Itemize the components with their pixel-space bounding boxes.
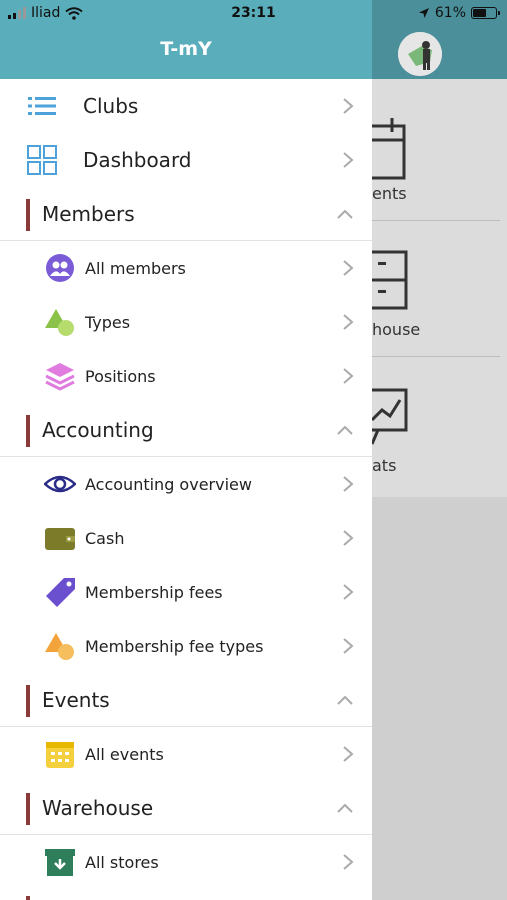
- section-header-events[interactable]: Events: [0, 673, 372, 727]
- menu-item-positions[interactable]: Positions: [0, 349, 372, 403]
- archive-icon: [45, 849, 75, 876]
- menu-item-label: All stores: [85, 852, 159, 872]
- battery-percent: 61%: [434, 5, 466, 21]
- divider: [372, 356, 500, 357]
- cabinet-icon: [372, 250, 408, 310]
- chevron-right-icon: [343, 584, 354, 600]
- menu-item-label: Dashboard: [83, 148, 192, 172]
- section-title: Events: [42, 687, 110, 712]
- menu-item-types[interactable]: Types: [0, 295, 372, 349]
- background-tile-label: ats: [372, 456, 397, 475]
- menu-item-label: All members: [85, 258, 186, 278]
- avatar[interactable]: [398, 32, 442, 76]
- chevron-right-icon: [343, 746, 354, 762]
- menu-item-label: Clubs: [83, 94, 139, 118]
- divider: [372, 220, 500, 221]
- calendar-icon: [46, 742, 74, 768]
- shapes-icon: [45, 309, 74, 336]
- section-title: Members: [42, 201, 135, 226]
- background-tile-warehouse: house: [372, 246, 500, 382]
- calendar-icon: [372, 118, 406, 180]
- chevron-right-icon: [343, 530, 354, 546]
- layers-icon: [45, 363, 75, 391]
- chevron-right-icon: [343, 260, 354, 276]
- grid-icon: [27, 145, 57, 175]
- section-header-members[interactable]: Members: [0, 187, 372, 241]
- menu-item-label: Membership fee types: [85, 636, 264, 656]
- status-bar: Iliad 23:11 61%: [0, 0, 507, 28]
- location-arrow-icon: [418, 8, 429, 18]
- menu-item-all-events[interactable]: All events: [0, 727, 372, 781]
- section-marker: [26, 793, 30, 825]
- section-title: Warehouse: [42, 795, 154, 820]
- menu-item-cash[interactable]: Cash: [0, 511, 372, 565]
- presentation-chart-icon: [372, 388, 408, 445]
- chevron-right-icon: [343, 368, 354, 384]
- eye-icon: [44, 475, 76, 493]
- chevron-right-icon: [343, 854, 354, 870]
- menu-item-clubs[interactable]: Clubs: [0, 79, 372, 133]
- menu-item-label: All events: [85, 744, 164, 764]
- wallet-icon: [45, 528, 75, 550]
- chevron-up-icon: [337, 425, 353, 435]
- menu-item-all-members[interactable]: All members: [0, 241, 372, 295]
- menu-item-all-stores[interactable]: All stores: [0, 835, 372, 889]
- background-tile-label: house: [372, 320, 421, 339]
- chevron-right-icon: [343, 638, 354, 654]
- chevron-up-icon: [337, 803, 353, 813]
- menu-item-dashboard[interactable]: Dashboard: [0, 133, 372, 187]
- section-marker: [26, 415, 30, 447]
- section-header-next: [0, 893, 372, 900]
- menu-item-label: Positions: [85, 366, 156, 386]
- menu-item-label: Cash: [85, 528, 125, 548]
- background-tile-label: ents: [372, 184, 407, 203]
- chevron-right-icon: [343, 98, 354, 114]
- navigation-drawer: T-mY Clubs Dashboard Members All members…: [0, 0, 372, 900]
- list-icon: [28, 97, 56, 115]
- battery-icon: [471, 7, 500, 19]
- menu-item-label: Accounting overview: [85, 474, 252, 494]
- people-icon: [46, 254, 74, 282]
- section-marker: [26, 685, 30, 717]
- chevron-right-icon: [343, 314, 354, 330]
- menu-item-membership-fee-types[interactable]: Membership fee types: [0, 619, 372, 673]
- app-title: T-mY: [160, 38, 212, 60]
- chevron-up-icon: [337, 695, 353, 705]
- menu-item-label: Membership fees: [85, 582, 223, 602]
- background-tile-events: ents: [372, 110, 500, 246]
- tag-icon: [46, 578, 75, 607]
- shapes-icon: [45, 633, 74, 660]
- section-marker: [26, 896, 30, 900]
- chevron-right-icon: [343, 476, 354, 492]
- menu-item-accounting-overview[interactable]: Accounting overview: [0, 457, 372, 511]
- menu-item-membership-fees[interactable]: Membership fees: [0, 565, 372, 619]
- section-header-warehouse[interactable]: Warehouse: [0, 781, 372, 835]
- section-header-accounting[interactable]: Accounting: [0, 403, 372, 457]
- section-title: Accounting: [42, 417, 154, 442]
- section-marker: [26, 199, 30, 231]
- chevron-up-icon: [337, 209, 353, 219]
- chevron-right-icon: [343, 152, 354, 168]
- background-tile-stats: ats: [372, 382, 500, 518]
- menu-item-label: Types: [85, 312, 131, 332]
